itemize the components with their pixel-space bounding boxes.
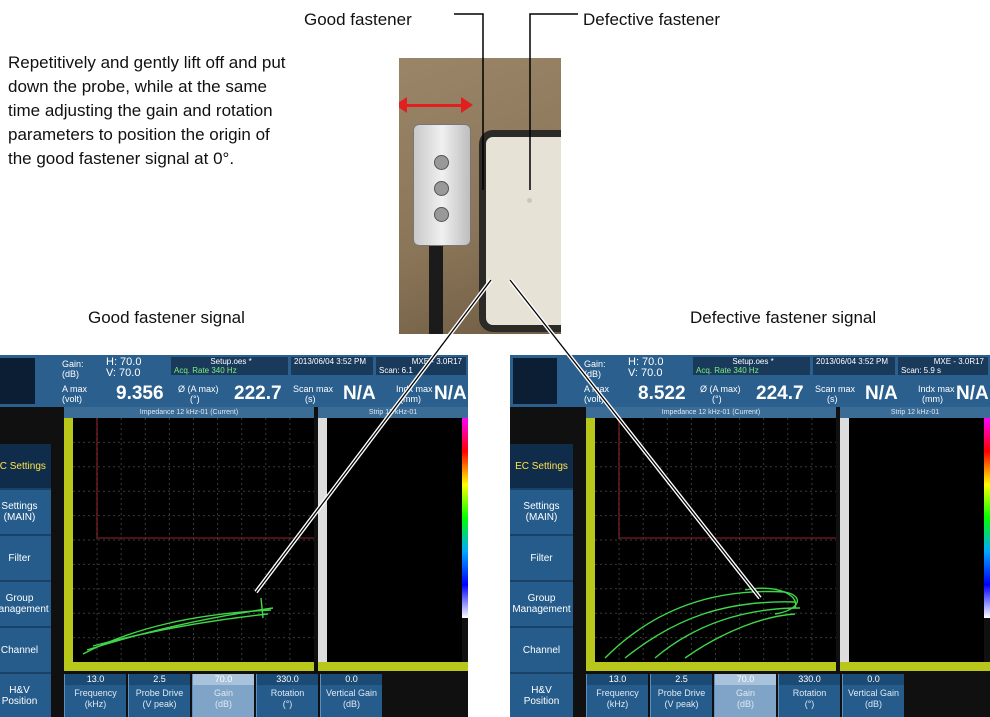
defective-signal-leader: [509, 279, 761, 599]
defective-fastener-leader: [529, 13, 578, 190]
good-fastener-leader: [454, 13, 484, 190]
good-signal-leader: [255, 279, 492, 593]
leader-lines: [254, 13, 762, 600]
